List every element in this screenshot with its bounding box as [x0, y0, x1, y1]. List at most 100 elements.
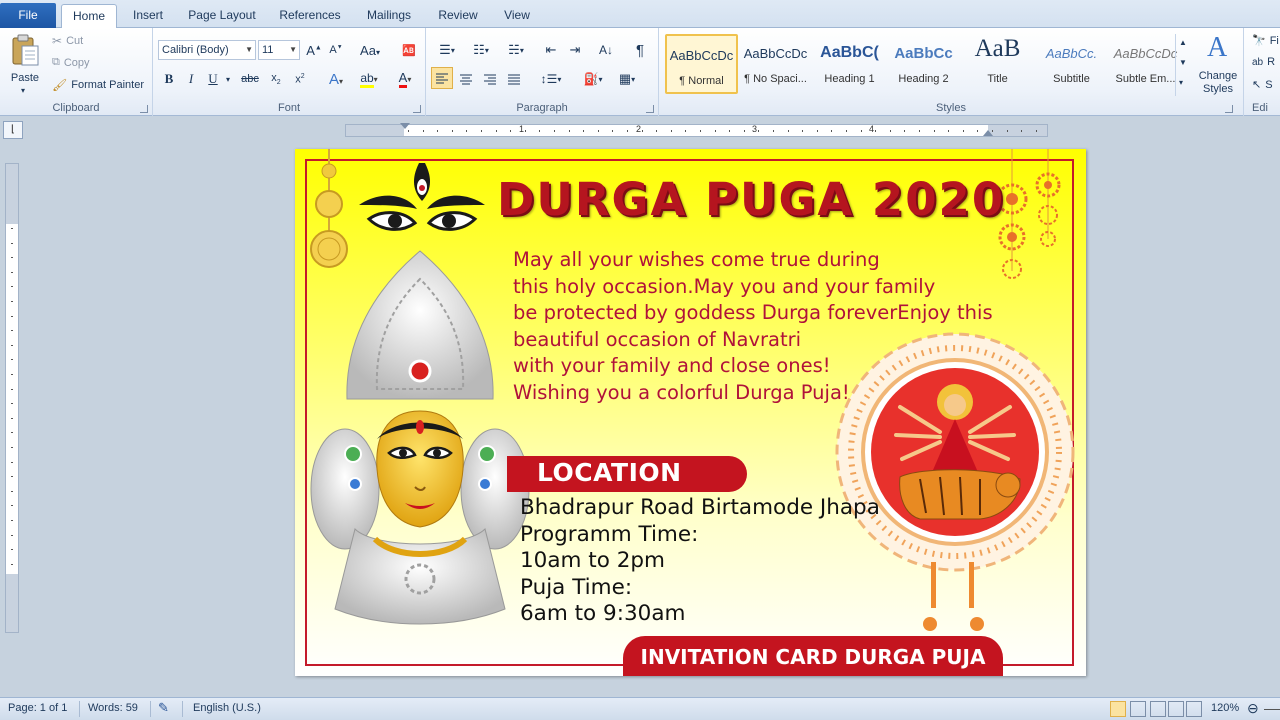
underline-dropdown-icon[interactable]: ▾: [223, 68, 233, 90]
justify-button[interactable]: [503, 68, 525, 90]
event-details[interactable]: Bhadrapur Road Birtamode Jhapa Programm …: [520, 495, 880, 628]
style-no-spacing[interactable]: AaBbCcDc ¶ No Spaci...: [739, 34, 812, 94]
line-spacing-button[interactable]: ↕☰ ▾: [536, 68, 566, 90]
numbering-button[interactable]: ☷ ▾: [466, 39, 496, 61]
ruler-tick: [11, 417, 13, 419]
tab-mailings[interactable]: Mailings: [358, 4, 420, 28]
horizontal-ruler[interactable]: 1 2 3 4: [345, 123, 1048, 137]
outline-view-icon[interactable]: [1168, 701, 1184, 717]
scroll-up-icon[interactable]: ▲: [1179, 38, 1187, 47]
ruler-tick: [889, 130, 891, 132]
ruler-tick: [481, 130, 482, 132]
card-title[interactable]: DURGA PUGA 2020: [497, 173, 1005, 226]
underline-button[interactable]: U: [203, 68, 223, 90]
paste-button[interactable]: Paste ▾: [6, 32, 44, 96]
document-page[interactable]: DURGA PUGA 2020 May all your wishes come…: [295, 149, 1086, 676]
style-title[interactable]: AaB Title: [961, 34, 1034, 94]
font-color-button[interactable]: A ▾: [389, 68, 421, 90]
styles-gallery-scroll[interactable]: ▲ ▼ ▾: [1175, 34, 1191, 96]
sort-button[interactable]: A↓: [594, 39, 618, 61]
bold-button[interactable]: B: [159, 68, 179, 90]
style-heading-2[interactable]: AaBbCc Heading 2: [887, 34, 960, 94]
shrink-font-button[interactable]: A▼: [325, 39, 347, 61]
draft-view-icon[interactable]: [1186, 701, 1202, 717]
font-color-icon: A: [398, 70, 408, 88]
font-name-combo[interactable]: Calibri (Body) ▼: [158, 40, 256, 60]
ruler-tick: [1006, 130, 1008, 132]
tab-home[interactable]: Home: [61, 4, 117, 29]
card-message[interactable]: May all your wishes come true during thi…: [513, 247, 993, 407]
bullets-button[interactable]: ☰ ▾: [432, 39, 462, 61]
ruler-number: 3: [752, 124, 758, 134]
decrease-indent-button[interactable]: ⇤: [540, 39, 562, 61]
style-heading-1[interactable]: AaBbC( Heading 1: [813, 34, 886, 94]
tab-references[interactable]: References: [272, 4, 348, 28]
status-separator: [150, 701, 151, 717]
replace-button[interactable]: ab R: [1252, 56, 1275, 68]
tab-page-layout[interactable]: Page Layout: [182, 4, 262, 28]
web-layout-view-icon[interactable]: [1150, 701, 1166, 717]
text-effects-button[interactable]: A▾: [321, 68, 351, 90]
font-launcher-icon[interactable]: [413, 105, 421, 113]
grow-font-button[interactable]: A▲: [303, 39, 325, 61]
ruler-tick: [816, 130, 818, 132]
paste-dropdown-icon[interactable]: ▾: [21, 86, 25, 95]
language-indicator[interactable]: English (U.S.): [193, 702, 261, 714]
more-styles-icon[interactable]: ▾: [1179, 78, 1183, 87]
superscript-button[interactable]: x2: [289, 68, 311, 90]
format-painter-button[interactable]: 🖌 Format Painter: [52, 78, 144, 92]
increase-indent-button[interactable]: ⇥: [564, 39, 586, 61]
page-count[interactable]: Page: 1 of 1: [8, 702, 67, 714]
style-subtitle[interactable]: AaBbCc. Subtitle: [1035, 34, 1108, 94]
location-heading[interactable]: LOCATION: [537, 458, 682, 487]
word-count[interactable]: Words: 59: [88, 702, 138, 714]
print-layout-view-icon[interactable]: [1110, 701, 1126, 717]
borders-button[interactable]: ▦ ▾: [612, 68, 642, 90]
shading-button[interactable]: ⛽ ▾: [578, 68, 608, 90]
clipboard-launcher-icon[interactable]: [140, 105, 148, 113]
change-styles-button[interactable]: A Change Styles: [1195, 32, 1241, 98]
tab-review[interactable]: Review: [430, 4, 486, 28]
indent-marker-icon[interactable]: [400, 123, 410, 129]
ruler-tick: [11, 242, 13, 244]
ruler-tick: [992, 130, 993, 132]
align-right-button[interactable]: [479, 68, 501, 90]
select-button[interactable]: ↖ S: [1252, 78, 1273, 92]
highlight-button[interactable]: ab ▾: [353, 68, 385, 90]
zoom-level[interactable]: 120%: [1211, 702, 1239, 714]
ruler-tick: [11, 432, 13, 434]
zoom-out-icon[interactable]: ⊖: [1247, 700, 1259, 717]
clear-formatting-button[interactable]: 🆎: [397, 39, 421, 61]
align-center-button[interactable]: [455, 68, 477, 90]
multilevel-list-button[interactable]: ☵ ▾: [500, 39, 532, 61]
strikethrough-button[interactable]: abc: [237, 68, 263, 90]
styles-gallery: AaBbCcDc ¶ Normal AaBbCcDc ¶ No Spaci...…: [665, 34, 1193, 96]
zoom-slider[interactable]: [1264, 709, 1280, 710]
full-screen-view-icon[interactable]: [1130, 701, 1146, 717]
subscript-button[interactable]: x2: [265, 68, 287, 90]
ruler-tick: [408, 130, 409, 132]
find-button[interactable]: 🔭 Fi: [1252, 34, 1279, 48]
tab-selector[interactable]: ⌊: [3, 121, 23, 139]
font-size-combo[interactable]: 11 ▼: [258, 40, 300, 60]
copy-button[interactable]: ⧉ Copy: [52, 56, 90, 69]
footer-text[interactable]: INVITATION CARD DURGA PUJA: [623, 645, 1003, 669]
tab-view[interactable]: View: [494, 4, 540, 28]
tab-insert[interactable]: Insert: [122, 4, 174, 28]
ruler-tick: [11, 534, 13, 536]
tab-file[interactable]: File: [0, 3, 56, 28]
cut-button[interactable]: ✂ Cut: [52, 34, 83, 48]
proofing-icon[interactable]: ✎: [158, 700, 169, 716]
chevron-down-icon: ▼: [289, 45, 297, 54]
show-formatting-button[interactable]: ¶: [628, 39, 652, 61]
change-case-button[interactable]: Aa▾: [355, 39, 385, 61]
vertical-ruler[interactable]: [5, 163, 19, 633]
align-left-button[interactable]: [431, 67, 453, 89]
style-normal[interactable]: AaBbCcDc ¶ Normal: [665, 34, 738, 94]
scroll-down-icon[interactable]: ▼: [1179, 58, 1187, 67]
italic-button[interactable]: I: [181, 68, 201, 90]
style-subtle-emphasis[interactable]: AaBbCcDc Subtle Em...: [1109, 34, 1182, 94]
styles-launcher-icon[interactable]: [1225, 105, 1233, 113]
ruler-tick: [11, 403, 13, 405]
paragraph-launcher-icon[interactable]: [646, 105, 654, 113]
